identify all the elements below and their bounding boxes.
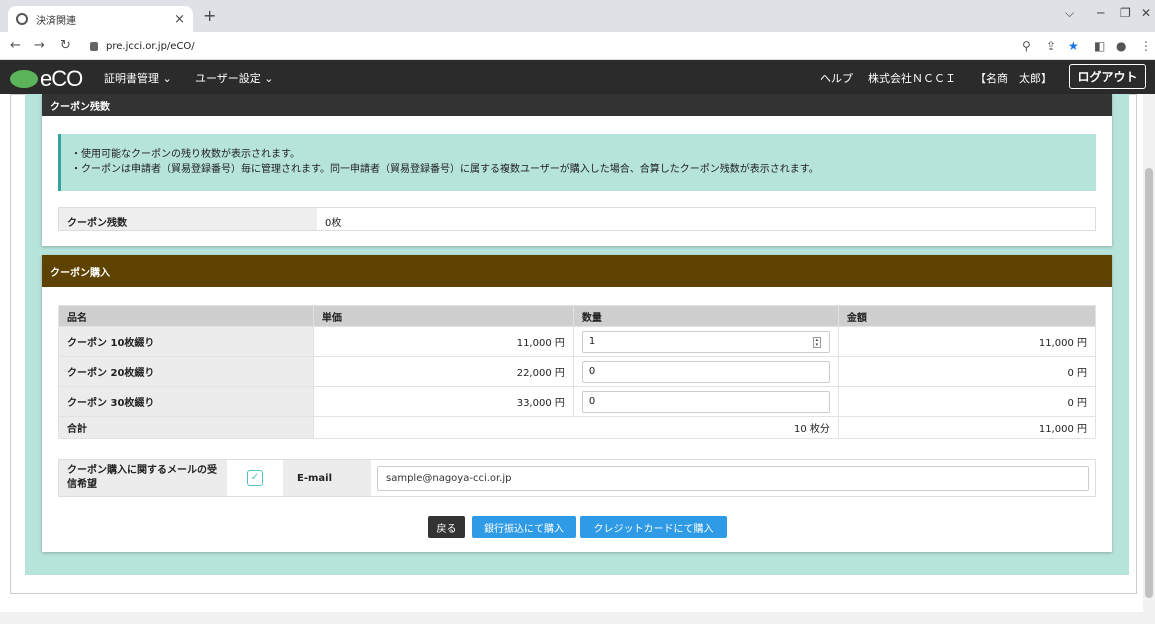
leaf-icon xyxy=(10,70,38,88)
maximize-button[interactable]: ❐ xyxy=(1120,6,1131,20)
total-row: 合計 10 枚分 11,000 円 xyxy=(58,416,1097,439)
table-row: クーポン 10枚綴り 11,000 円 1 ▴ ▾ 11,000 円 xyxy=(58,326,1097,357)
column-header-quantity: 数量 xyxy=(572,305,839,327)
notice-line-2: ・クーポンは申請者（貿易登録番号）毎に管理されます。同一申請者（貿易登録番号）に… xyxy=(71,164,819,175)
reload-icon[interactable]: ↻ xyxy=(60,38,71,53)
horizontal-scrollbar[interactable] xyxy=(0,612,1143,624)
coupon-table: 品名 単価 数量 金額 クーポン 10枚綴り 11,000 円 1 ▴ ▾ 11,… xyxy=(58,305,1097,439)
lock-icon xyxy=(90,41,98,51)
tab-search-icon[interactable]: ⌵ xyxy=(1065,6,1074,21)
quantity-input[interactable]: 0 xyxy=(581,360,830,383)
total-count: 10 枚分 xyxy=(312,416,839,439)
info-notice: ・使用可能なクーポンの残り枚数が表示されます。 ・クーポンは申請者（貿易登録番号… xyxy=(58,134,1096,191)
bank-transfer-button[interactable]: 銀行振込にて購入 xyxy=(472,516,576,538)
logo-text: eCO xyxy=(40,66,83,91)
check-icon: ✓ xyxy=(250,472,260,483)
quantity-cell: 1 ▴ ▾ xyxy=(572,326,839,357)
close-window-button[interactable]: ✕ xyxy=(1141,6,1151,20)
column-header-amount: 金額 xyxy=(837,305,1097,327)
unit-price: 22,000 円 xyxy=(312,356,574,387)
globe-icon xyxy=(16,13,28,25)
eco-logo[interactable]: eCO xyxy=(10,66,83,92)
table-row: クーポン 30枚綴り 33,000 円 0 0 円 xyxy=(58,386,1097,417)
address-bar: ← → ↻ pre.jcci.or.jp/eCO/ ⚲ ⇪ ★ ◧ ● ⋮ xyxy=(0,32,1155,60)
help-link[interactable]: ヘルプ xyxy=(820,70,853,86)
coupon-balance-value: 0枚 xyxy=(325,218,342,229)
menu-certificates[interactable]: 証明書管理 ⌄ xyxy=(104,70,172,86)
unit-price: 33,000 円 xyxy=(312,386,574,417)
minimize-button[interactable]: ─ xyxy=(1097,6,1104,20)
zoom-icon[interactable]: ⚲ xyxy=(1022,39,1031,53)
total-amount: 11,000 円 xyxy=(837,416,1097,439)
app-header: eCO 証明書管理 ⌄ ユーザー設定 ⌄ ヘルプ 株式会社ＮＣＣＩ 【名商 太郎… xyxy=(0,60,1155,94)
sidepanel-icon[interactable]: ◧ xyxy=(1094,39,1105,53)
mail-preference-row: クーポン購入に関するメールの受信希望 ✓ E-mail sample@nagoy… xyxy=(58,459,1096,497)
coupon-purchase-header: クーポン購入 xyxy=(42,255,1112,287)
credit-card-button[interactable]: クレジットカードにて購入 xyxy=(580,516,727,538)
email-cell: sample@nagoya-cci.or.jp xyxy=(371,460,1095,496)
mail-preference-label: クーポン購入に関するメールの受信希望 xyxy=(59,460,227,496)
total-label: 合計 xyxy=(58,416,314,439)
table-row: クーポン 20枚綴り 22,000 円 0 0 円 xyxy=(58,356,1097,387)
coupon-balance-header: クーポン残数 xyxy=(42,94,1112,116)
bookmark-star-icon[interactable]: ★ xyxy=(1068,39,1079,53)
email-input[interactable]: sample@nagoya-cci.or.jp xyxy=(377,466,1089,491)
browser-tab-bar: 決済関連 × + ⌵ ─ ❐ ✕ xyxy=(0,0,1155,32)
tab-close-icon[interactable]: × xyxy=(174,12,185,27)
forward-arrow-icon[interactable]: → xyxy=(34,38,45,53)
quantity-input[interactable]: 1 ▴ ▾ xyxy=(581,330,830,353)
browser-tab[interactable]: 決済関連 × xyxy=(8,6,193,32)
mail-checkbox-cell: ✓ xyxy=(227,460,283,496)
amount: 0 円 xyxy=(837,386,1097,417)
url-field[interactable]: pre.jcci.or.jp/eCO/ xyxy=(90,37,1000,55)
more-menu-icon[interactable]: ⋮ xyxy=(1140,39,1152,53)
table-header-row: 品名 単価 数量 金額 xyxy=(58,305,1097,327)
coupon-balance-row: クーポン残数 0枚 xyxy=(58,207,1096,231)
mail-checkbox[interactable]: ✓ xyxy=(247,470,263,486)
share-icon[interactable]: ⇪ xyxy=(1046,39,1056,53)
item-name: クーポン 10枚綴り xyxy=(58,326,314,357)
unit-price: 11,000 円 xyxy=(312,326,574,357)
user-name: 【名商 太郎】 xyxy=(975,72,1052,85)
coupon-balance-label: クーポン残数 xyxy=(59,208,317,230)
amount: 0 円 xyxy=(837,356,1097,387)
quantity-input[interactable]: 0 xyxy=(581,390,830,413)
quantity-cell: 0 xyxy=(572,386,839,417)
amount: 11,000 円 xyxy=(837,326,1097,357)
column-header-unit-price: 単価 xyxy=(312,305,574,327)
quantity-value: 0 xyxy=(588,365,596,377)
url-text: pre.jcci.or.jp/eCO/ xyxy=(106,40,195,52)
notice-line-1: ・使用可能なクーポンの残り枚数が表示されます。 xyxy=(71,149,300,160)
scrollbar-thumb[interactable] xyxy=(1145,168,1153,598)
quantity-cell: 0 xyxy=(572,356,839,387)
spinner-icon[interactable]: ▴ ▾ xyxy=(812,336,821,348)
column-header-item: 品名 xyxy=(58,305,314,327)
tab-title: 決済関連 xyxy=(36,15,76,27)
quantity-value: 0 xyxy=(588,395,596,407)
company-name: 株式会社ＮＣＣＩ xyxy=(868,72,956,85)
logout-button[interactable]: ログアウト xyxy=(1069,64,1146,89)
back-arrow-icon[interactable]: ← xyxy=(10,38,21,53)
new-tab-button[interactable]: + xyxy=(203,6,216,25)
email-label: E-mail xyxy=(283,460,371,496)
item-name: クーポン 30枚綴り xyxy=(58,386,314,417)
quantity-value: 1 xyxy=(588,335,596,347)
back-button[interactable]: 戻る xyxy=(428,516,465,538)
menu-user-settings[interactable]: ユーザー設定 ⌄ xyxy=(195,70,274,86)
item-name: クーポン 20枚綴り xyxy=(58,356,314,387)
profile-icon[interactable]: ● xyxy=(1116,39,1126,53)
